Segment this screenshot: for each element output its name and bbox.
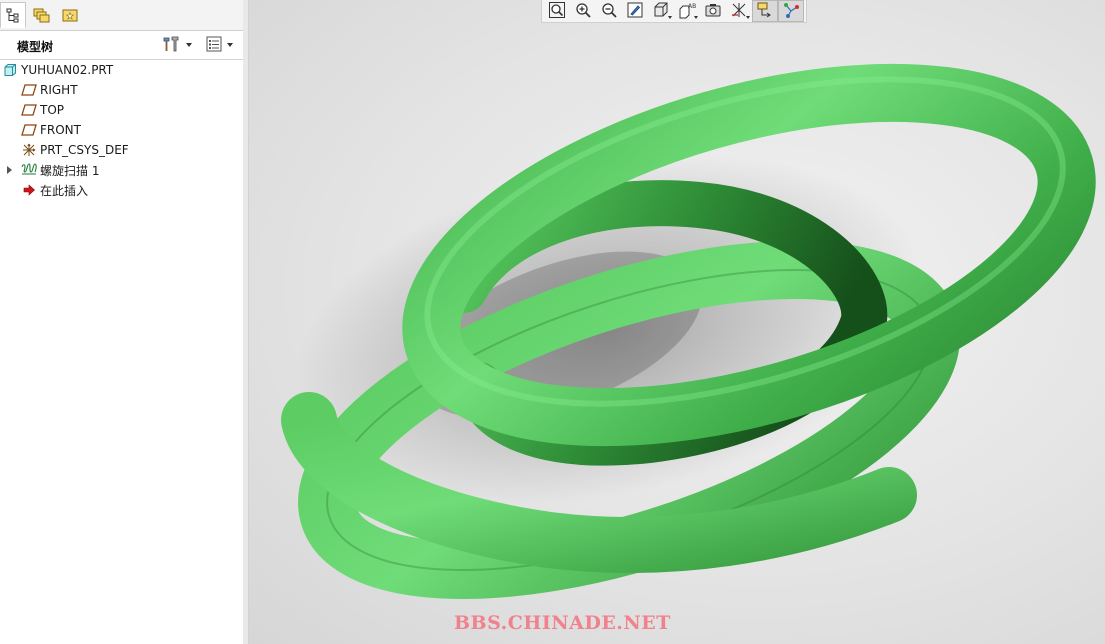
tree-item-insert-here[interactable]: 在此插入 <box>0 180 243 200</box>
tree-item-part[interactable]: YUHUAN02.PRT <box>0 60 243 80</box>
zoom-in-icon <box>574 1 592 22</box>
navigator-tabbar <box>0 0 243 31</box>
model-tree-header: 模型树 <box>0 31 243 60</box>
annotation-display-button[interactable] <box>752 0 778 22</box>
tree-item-helical-sweep[interactable]: 螺旋扫描 1 <box>0 160 243 180</box>
watermark: BBS.CHINADE.NET <box>454 612 671 634</box>
tree-item-label: RIGHT <box>40 83 78 97</box>
tree-item-csys[interactable]: PRT_CSYS_DEF <box>0 140 243 160</box>
repaint-button[interactable] <box>622 0 648 22</box>
creo-window: 模型树 YUHUAN02.PRT RIGHT TOP FRONT PRT_CSY… <box>0 0 1105 644</box>
favorites-tab[interactable] <box>57 2 83 28</box>
tree-item-label: 螺旋扫描 1 <box>40 163 100 178</box>
chevron-down-icon <box>668 16 672 19</box>
saved-views-button[interactable]: AB <box>674 0 700 22</box>
tree-item-front[interactable]: FRONT <box>0 120 243 140</box>
tree-item-label: YUHUAN02.PRT <box>21 63 114 77</box>
model-tree-title: 模型树 <box>17 40 54 54</box>
svg-text:AB: AB <box>688 3 696 10</box>
expand-arrow-icon[interactable] <box>7 166 12 174</box>
datum-plane-icon <box>21 122 37 138</box>
navigator-panel: 模型树 YUHUAN02.PRT RIGHT TOP FRONT PRT_CSY… <box>0 0 244 644</box>
datum-plane-icon <box>21 82 37 98</box>
datum-display-button[interactable] <box>726 0 752 22</box>
settings-button[interactable] <box>162 34 192 56</box>
chevron-down-icon <box>227 43 233 47</box>
datum-plane-icon <box>21 102 37 118</box>
favorites-folder-icon <box>61 6 79 24</box>
coordinate-system-icon <box>21 142 37 158</box>
tools-icon <box>162 35 182 56</box>
insert-here-arrow-icon <box>21 182 37 198</box>
tree-icon <box>5 7 21 23</box>
chevron-down-icon <box>186 43 192 47</box>
camera-icon <box>704 1 722 22</box>
model-tree-tab[interactable] <box>0 2 26 28</box>
zoom-in-button[interactable] <box>570 0 596 22</box>
tree-item-label: FRONT <box>40 123 81 137</box>
tree-item-label: PRT_CSYS_DEF <box>40 143 129 157</box>
show-button[interactable] <box>205 34 233 56</box>
view-toolbar: AB <box>541 0 807 23</box>
folders-icon <box>32 6 50 24</box>
annotation-display-icon <box>756 1 774 22</box>
refit-button[interactable] <box>544 0 570 22</box>
model-tree: YUHUAN02.PRT RIGHT TOP FRONT PRT_CSYS_DE… <box>0 60 243 200</box>
tree-item-label: 在此插入 <box>40 183 89 198</box>
spin-center-icon <box>782 1 800 22</box>
tree-item-right[interactable]: RIGHT <box>0 80 243 100</box>
part-icon <box>2 62 18 78</box>
list-icon <box>205 35 223 56</box>
display-style-button[interactable] <box>648 0 674 22</box>
helical-sweep-icon <box>21 162 37 178</box>
chevron-down-icon <box>694 16 698 19</box>
zoom-out-button[interactable] <box>596 0 622 22</box>
graphics-viewport[interactable]: AB BBS.CHINADE.NET <box>249 0 1105 644</box>
tree-item-top[interactable]: TOP <box>0 100 243 120</box>
view-manager-button[interactable] <box>700 0 726 22</box>
repaint-icon <box>626 1 644 22</box>
chevron-down-icon <box>746 16 750 19</box>
torus-model[interactable] <box>249 0 1105 644</box>
folder-browser-tab[interactable] <box>28 2 54 28</box>
spin-center-button[interactable] <box>778 0 804 22</box>
zoom-out-icon <box>600 1 618 22</box>
tree-item-label: TOP <box>40 103 65 117</box>
zoom-fit-icon <box>548 1 566 22</box>
